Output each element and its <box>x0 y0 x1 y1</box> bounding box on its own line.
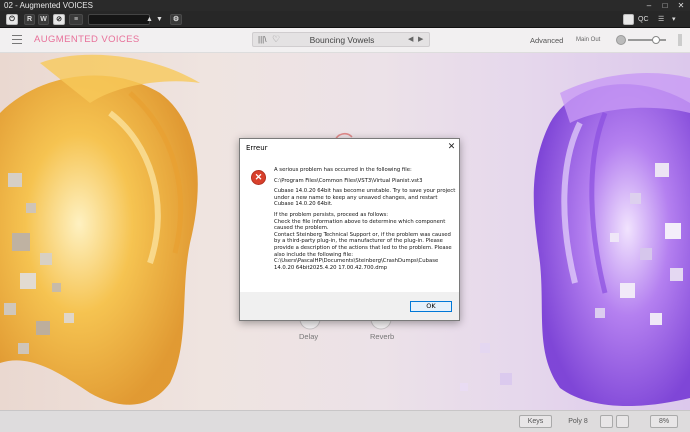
bypass-button[interactable]: ⊘ <box>53 14 65 25</box>
advanced-button[interactable]: Advanced <box>530 36 563 45</box>
read-automation-button[interactable]: R <box>24 14 35 25</box>
dialog-paragraph: A serious problem has occurred in the fo… <box>274 167 412 173</box>
zoom-indicator[interactable]: 8% <box>650 415 678 428</box>
dialog-title: Erreur <box>246 144 268 152</box>
dialog-message: A serious problem has occurred in the fo… <box>274 167 456 275</box>
dialog-paragraph: Cubase 14.0.20 64bit has become unstable… <box>274 188 456 208</box>
dialog-footer: OK <box>240 292 459 320</box>
camera-icon[interactable] <box>623 14 634 25</box>
host-toolbar: ⏻ R W ⊘ ≡ ▲ ▼ ⚙ QC ☰ ▾ <box>0 11 690 28</box>
bars-icon[interactable] <box>616 415 629 428</box>
host-options-button[interactable]: ⚙ <box>170 14 182 25</box>
preset-next-arrow[interactable]: ▼ <box>156 14 163 25</box>
main-out-slider-handle[interactable] <box>652 36 660 44</box>
window-titlebar: 02 - Augmented VOICES – □ ✕ <box>0 0 690 11</box>
preset-prev-arrow[interactable]: ▲ <box>146 14 153 25</box>
main-out-knob[interactable] <box>616 35 626 45</box>
maximize-button[interactable]: □ <box>660 0 670 11</box>
dialog-close-icon[interactable]: ✕ <box>446 141 457 152</box>
plugin-statusbar: Keys Poly 8 8% <box>0 410 690 432</box>
error-icon: ✕ <box>251 170 266 185</box>
header-right-handle <box>678 34 682 46</box>
close-window-button[interactable]: ✕ <box>676 0 686 11</box>
plugin-brand: AUGMENTED VOICES <box>34 34 140 45</box>
dialog-paragraph: If the problem persists, proceed as foll… <box>274 211 452 271</box>
preset-next-icon[interactable]: ▶ <box>418 35 423 43</box>
host-menu-button[interactable]: ≡ <box>69 14 83 25</box>
preset-prev-icon[interactable]: ◀ <box>408 35 413 43</box>
dialog-paragraph: C:\Program Files\Common Files\VST3\Virtu… <box>274 177 423 184</box>
ok-button[interactable]: OK <box>410 301 452 312</box>
library-icon[interactable]: |||\ <box>258 35 266 44</box>
preset-name[interactable]: Bouncing Vowels <box>287 35 397 45</box>
window-title: 02 - Augmented VOICES <box>4 1 93 10</box>
list-icon[interactable] <box>600 415 613 428</box>
keys-button[interactable]: Keys <box>519 415 552 428</box>
write-automation-button[interactable]: W <box>38 14 49 25</box>
poly-indicator[interactable]: Poly 8 <box>560 415 596 428</box>
minimize-button[interactable]: – <box>644 0 654 11</box>
main-out-slider[interactable] <box>628 39 666 41</box>
power-button[interactable]: ⏻ <box>6 14 18 25</box>
heart-icon[interactable]: ♡ <box>272 34 280 45</box>
reverb-label: Reverb <box>370 332 395 341</box>
delay-label: Delay <box>299 332 319 341</box>
dialog-body: ✕ A serious problem has occurred in the … <box>240 155 459 292</box>
host-list-icon[interactable]: ☰ <box>658 14 664 25</box>
chevron-down-icon[interactable]: ▾ <box>672 14 676 25</box>
main-out-label: Main Out <box>576 37 601 43</box>
host-preset-field[interactable] <box>88 14 150 25</box>
quick-controls-button[interactable]: QC <box>638 14 649 25</box>
preset-selector[interactable]: |||\ ♡ Bouncing Vowels ◀ ▶ <box>252 32 430 47</box>
plugin-header: AUGMENTED VOICES |||\ ♡ Bouncing Vowels … <box>0 28 690 53</box>
hamburger-menu-icon[interactable] <box>12 35 22 44</box>
error-dialog: Erreur ✕ ✕ A serious problem has occurre… <box>239 138 460 321</box>
